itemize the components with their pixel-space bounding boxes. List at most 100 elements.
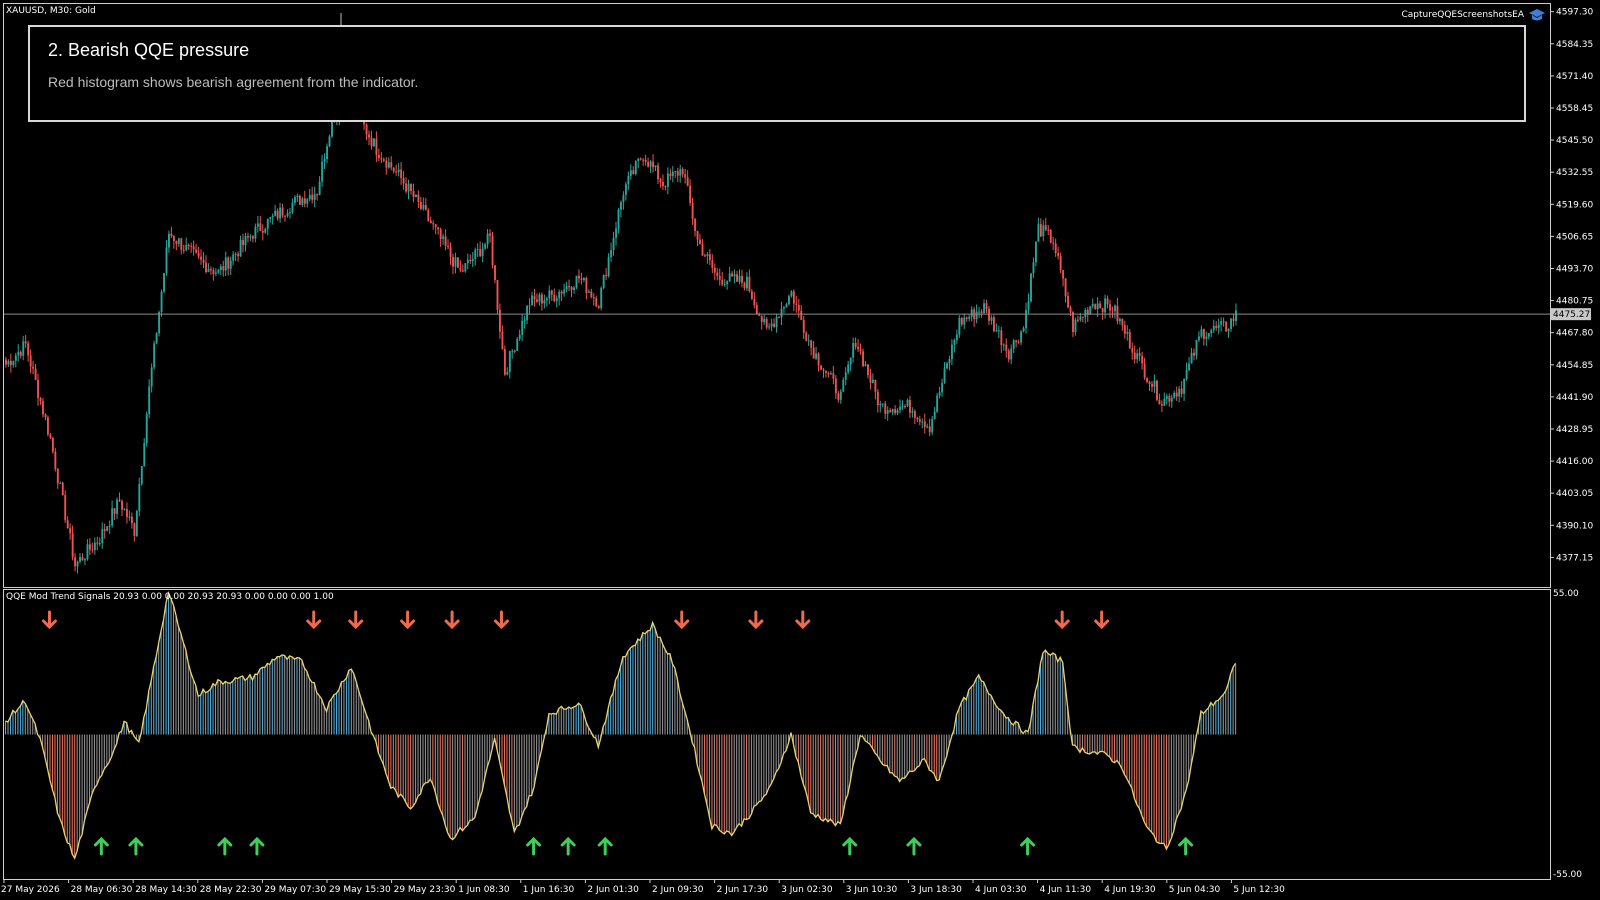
histogram-bar	[995, 705, 997, 735]
candle-body	[765, 318, 768, 328]
candle-body	[916, 417, 919, 420]
candle-body	[1116, 305, 1119, 322]
histogram-bar	[1005, 717, 1007, 735]
candle-body	[1089, 306, 1092, 315]
candle-body	[876, 391, 879, 406]
histogram-bar	[802, 734, 804, 784]
histogram-bar	[1165, 734, 1167, 850]
candle-body	[313, 194, 316, 200]
candle-body	[46, 417, 49, 435]
candle-body	[370, 137, 373, 147]
histogram-bar	[1086, 734, 1088, 754]
histogram-bar	[884, 734, 886, 766]
candle-body	[911, 411, 914, 413]
candle-body	[224, 257, 227, 271]
time-tick-label: 29 May 23:30	[394, 885, 456, 895]
histogram-bar	[820, 734, 822, 820]
histogram-bar	[400, 734, 402, 795]
histogram-bar	[1212, 705, 1214, 735]
time-tick-label: 1 Jun 16:30	[523, 885, 575, 895]
histogram-bar	[662, 643, 664, 735]
histogram-bar	[328, 702, 330, 735]
candle-body	[1126, 332, 1129, 334]
candle-body	[471, 259, 474, 262]
histogram-bar	[827, 734, 829, 822]
candle-body	[750, 291, 753, 299]
candle-body	[402, 178, 405, 184]
histogram-bar	[190, 672, 192, 735]
trading-chart[interactable]: 4597.30 4584.35 4571.40 4558.45 4545.50 4532.…	[0, 0, 1600, 900]
candle-body	[232, 254, 235, 261]
histogram-bar	[531, 734, 533, 796]
arrow-up-icon	[1020, 836, 1036, 856]
histogram-bar	[704, 734, 706, 795]
time-tick-label: 29 May 15:30	[329, 885, 391, 895]
histogram-bar	[980, 680, 982, 735]
candle-body	[558, 291, 561, 299]
candle-body	[464, 263, 467, 272]
price-tick-label: 4545.50	[1556, 136, 1593, 146]
candle-body	[306, 199, 309, 204]
histogram-bar	[807, 734, 809, 802]
candle-body	[1165, 396, 1168, 399]
candle-body	[533, 295, 536, 300]
histogram-bar	[997, 708, 1000, 735]
candle-body	[484, 244, 487, 249]
candle-body	[523, 320, 526, 322]
histogram-bar	[533, 734, 535, 787]
candle-body	[501, 331, 504, 350]
candle-body	[172, 236, 175, 242]
candle-body	[1069, 307, 1072, 313]
candle-body	[494, 265, 496, 280]
candle-body	[247, 235, 249, 238]
candle-body	[71, 533, 74, 558]
candle-body	[1180, 388, 1183, 394]
candle-body	[869, 375, 872, 383]
candle-body	[400, 169, 403, 179]
candle-body	[867, 364, 869, 376]
histogram-bar	[913, 734, 916, 771]
time-tick-label: 4 Jun 19:30	[1104, 885, 1156, 895]
histogram-bar	[1175, 734, 1177, 819]
histogram-bar	[1136, 734, 1138, 805]
candle-body	[634, 161, 637, 175]
candle-body	[679, 169, 682, 176]
histogram-bar	[427, 734, 429, 783]
histogram-bar	[1111, 734, 1113, 762]
candle-body	[899, 406, 902, 411]
histogram-bar	[353, 673, 355, 735]
candle-body	[582, 277, 585, 280]
histogram-bar	[163, 619, 165, 735]
candle-body	[1079, 316, 1082, 320]
candle-body	[540, 294, 543, 304]
histogram-bar	[326, 711, 328, 735]
histogram-bar	[160, 630, 162, 735]
candle-body	[506, 372, 509, 375]
candle-body	[93, 542, 96, 551]
candle-body	[881, 403, 884, 405]
candle-body	[79, 557, 81, 562]
histogram-bar	[1225, 690, 1227, 735]
histogram-bar	[518, 734, 520, 825]
histogram-bar	[1121, 734, 1123, 769]
candle-body	[59, 482, 62, 484]
time-tick-label: 28 May 14:30	[135, 885, 197, 895]
histogram-bar	[447, 734, 449, 833]
histogram-bar	[187, 663, 189, 735]
histogram-bar	[699, 734, 701, 774]
histogram-bar	[407, 734, 409, 807]
candle-body	[669, 173, 672, 177]
histogram-bar	[7, 721, 9, 735]
histogram-bar	[676, 678, 678, 735]
candle-body	[439, 229, 442, 239]
candle-body	[637, 158, 640, 162]
histogram-bar	[654, 628, 656, 735]
time-tick-label: 4 Jun 11:30	[1040, 885, 1092, 895]
histogram-bar	[27, 708, 29, 735]
histogram-bar	[909, 734, 911, 771]
candle-body	[1215, 325, 1218, 328]
candle-body	[19, 351, 22, 356]
candle-body	[993, 317, 995, 332]
histogram-bar	[923, 734, 925, 759]
candle-body	[192, 246, 195, 250]
